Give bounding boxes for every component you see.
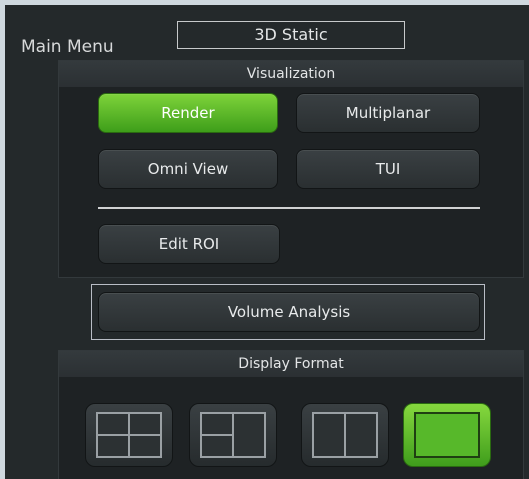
visualization-divider [98, 207, 480, 209]
volume-analysis-button[interactable]: Volume Analysis [98, 292, 480, 332]
single-layout-icon [414, 412, 480, 458]
main-menu-label: Main Menu [21, 37, 114, 57]
ultrasound-menu-screen: Main Menu 3D Static Visualization Render… [5, 5, 529, 479]
multiplanar-button[interactable]: Multiplanar [296, 93, 480, 133]
dual-layout-icon [312, 412, 378, 458]
dual-layout-button[interactable] [301, 403, 389, 467]
display-format-header: Display Format [59, 351, 523, 377]
triple-layout-button[interactable] [189, 403, 277, 467]
quad-layout-icon [96, 412, 162, 458]
edit-roi-button[interactable]: Edit ROI [98, 224, 280, 264]
omni-view-button[interactable]: Omni View [98, 149, 278, 189]
tui-button[interactable]: TUI [296, 149, 480, 189]
single-layout-button[interactable] [403, 403, 491, 467]
quad-layout-button[interactable] [85, 403, 173, 467]
visualization-header: Visualization [59, 61, 523, 87]
render-button[interactable]: Render [98, 93, 278, 133]
triple-layout-icon [200, 412, 266, 458]
mode-title-box[interactable]: 3D Static [177, 21, 405, 49]
